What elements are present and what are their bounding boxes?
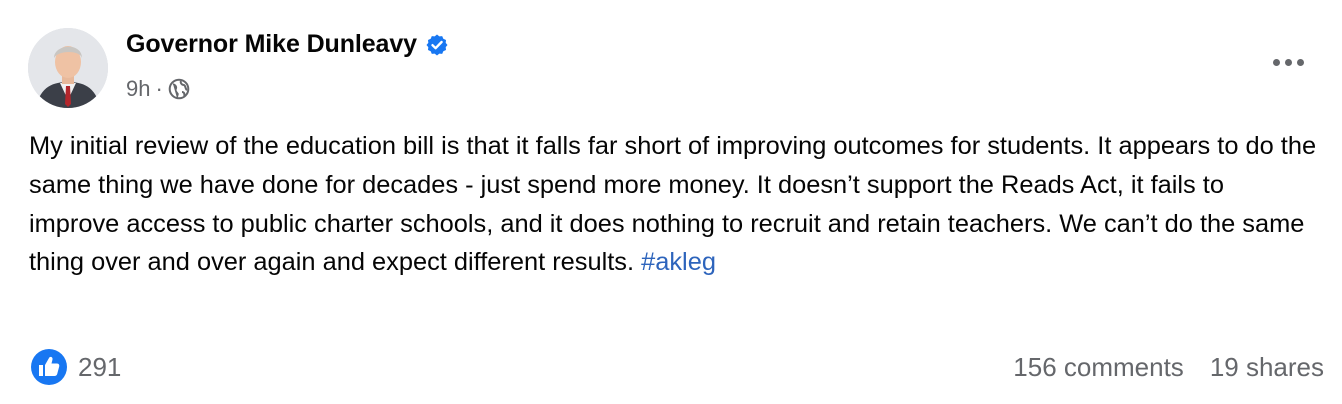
hashtag-link[interactable]: #akleg (641, 248, 716, 276)
like-icon (30, 348, 68, 386)
dot (1284, 58, 1292, 66)
dot (1272, 58, 1280, 66)
post-text: My initial review of the education bill … (29, 127, 1319, 282)
reactions[interactable]: 291 (30, 348, 121, 386)
comments-count[interactable]: 156 comments (1013, 352, 1184, 383)
shares-count[interactable]: 19 shares (1210, 352, 1324, 383)
engagement-counts: 156 comments 19 shares (1013, 352, 1324, 383)
post-timestamp[interactable]: 9h (126, 76, 150, 102)
author-row: Governor Mike Dunleavy (126, 30, 449, 59)
more-options-icon[interactable] (1268, 50, 1308, 74)
post-stats: 291 156 comments 19 shares (30, 348, 1324, 386)
author-avatar[interactable] (28, 28, 108, 108)
author-name[interactable]: Governor Mike Dunleavy (126, 30, 417, 59)
facebook-post: Governor Mike Dunleavy 9h · My initial r… (0, 0, 1342, 404)
reaction-count[interactable]: 291 (78, 352, 121, 383)
avatar-image (28, 28, 108, 108)
post-meta: 9h · (126, 76, 190, 102)
verified-badge-icon (425, 33, 449, 57)
globe-icon (168, 78, 190, 100)
dot (1296, 58, 1304, 66)
meta-separator: · (155, 76, 163, 101)
